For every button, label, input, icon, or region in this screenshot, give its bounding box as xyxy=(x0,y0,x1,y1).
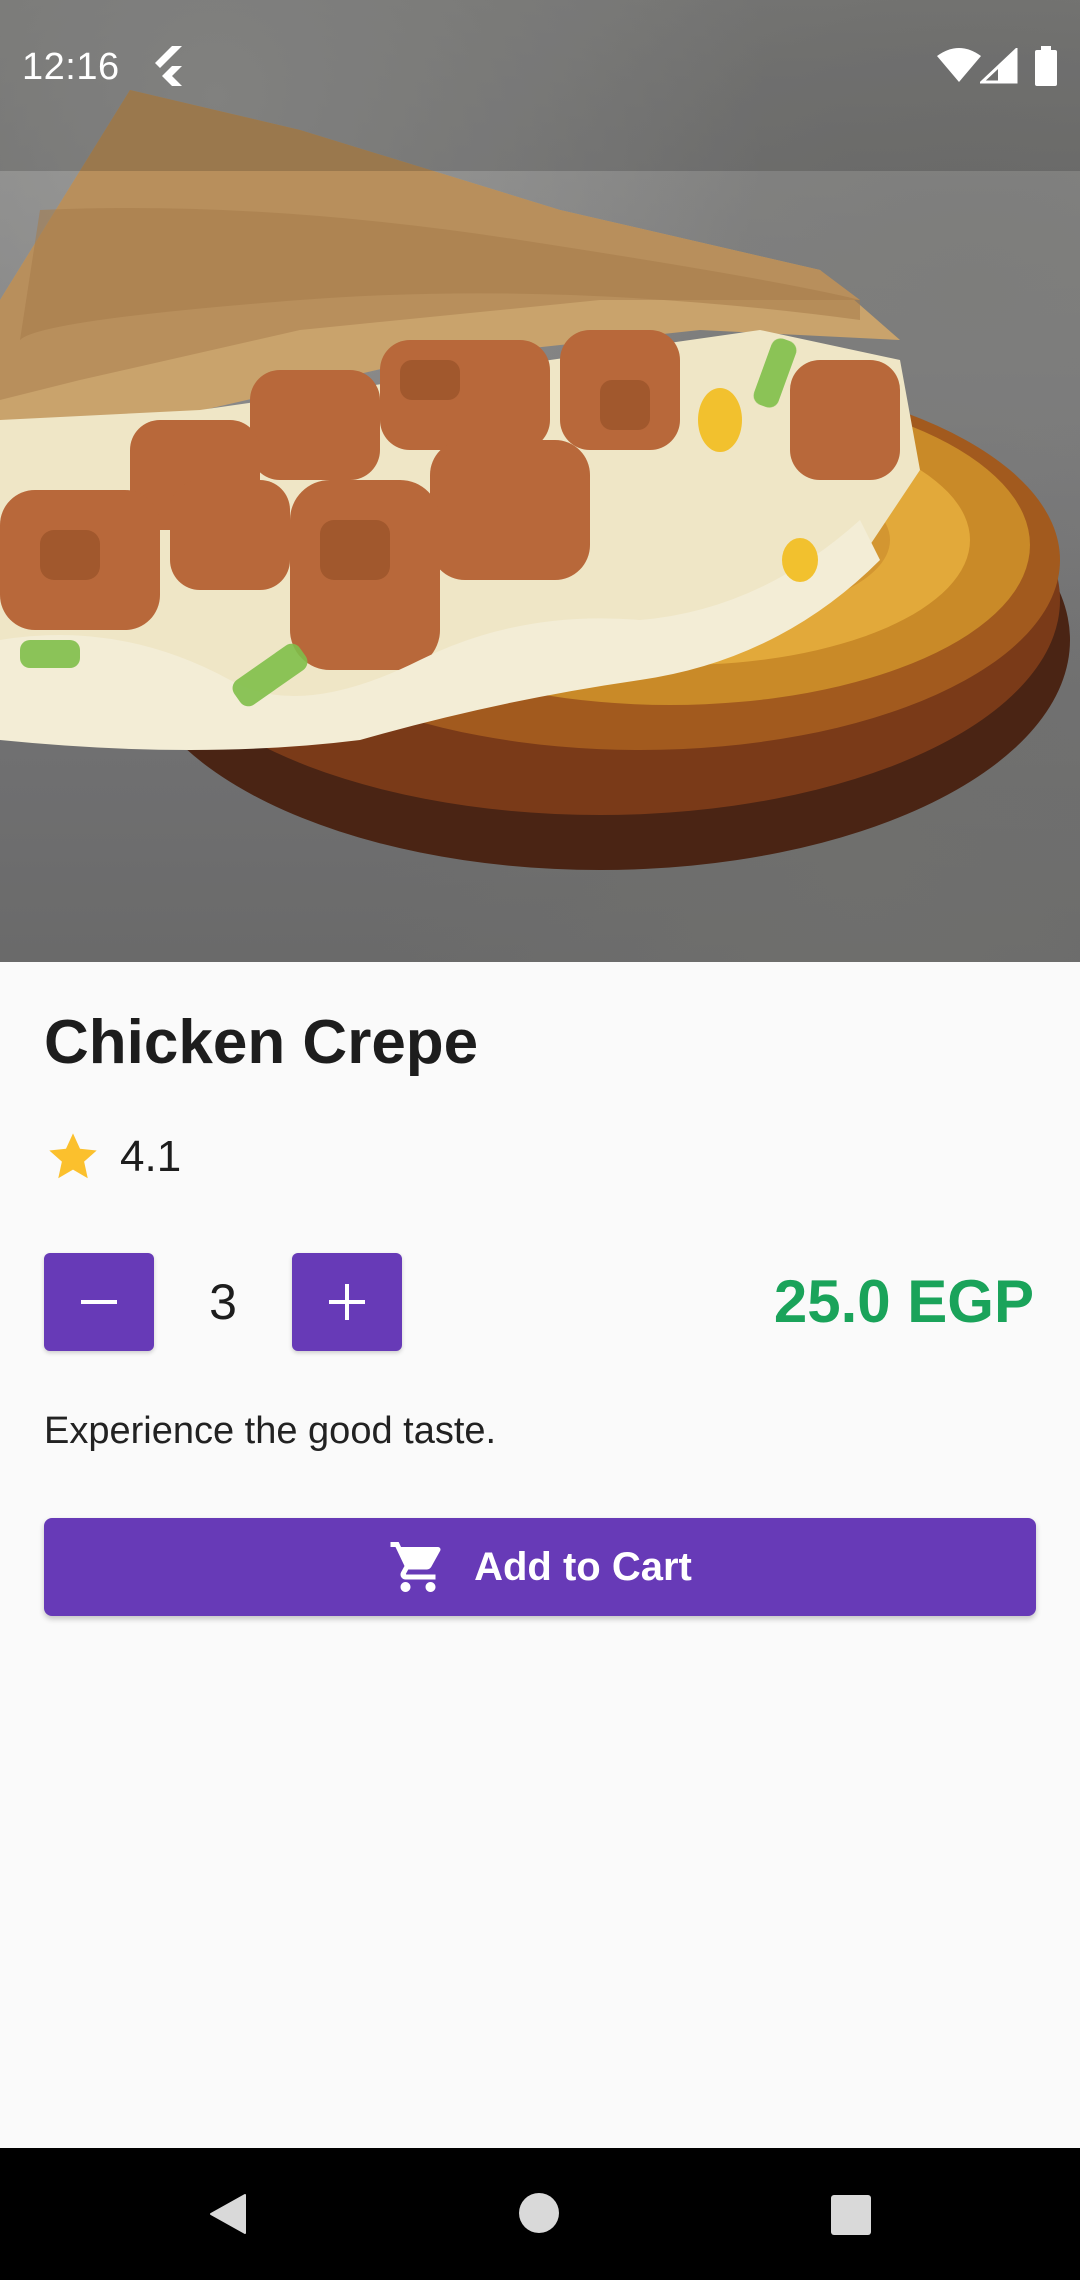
recents-icon[interactable] xyxy=(830,2194,872,2236)
rating-row: 4.1 xyxy=(44,1127,181,1187)
product-price: 25.0 EGP xyxy=(773,1268,1034,1335)
flutter-icon xyxy=(155,46,182,86)
product-description: Experience the good taste. xyxy=(44,1410,497,1452)
battery-icon xyxy=(1035,46,1057,86)
increase-quantity-button[interactable] xyxy=(292,1253,402,1351)
cellular-signal-icon xyxy=(980,48,1018,84)
product-title: Chicken Crepe xyxy=(44,1008,479,1077)
plus-icon xyxy=(329,1284,365,1320)
decrease-quantity-button[interactable] xyxy=(44,1253,154,1351)
status-time: 12:16 xyxy=(22,46,120,88)
product-image xyxy=(0,0,1080,962)
shopping-cart-icon xyxy=(390,1542,441,1592)
add-to-cart-button[interactable]: Add to Cart xyxy=(44,1518,1036,1616)
wifi-icon xyxy=(937,48,981,82)
star-icon xyxy=(49,1133,97,1179)
product-detail-screen: 12:16 Chicken Crepe 4.1 3 25.0 EGP Exper… xyxy=(0,0,1080,2280)
quantity-value: 3 xyxy=(209,1274,237,1330)
system-navigation-bar xyxy=(0,2148,1080,2280)
home-icon[interactable] xyxy=(518,2192,560,2234)
add-to-cart-label: Add to Cart xyxy=(474,1545,692,1589)
rating-value: 4.1 xyxy=(120,1132,182,1181)
back-icon[interactable] xyxy=(205,2191,251,2237)
status-bar: 12:16 xyxy=(0,0,1080,134)
minus-icon xyxy=(81,1300,117,1304)
